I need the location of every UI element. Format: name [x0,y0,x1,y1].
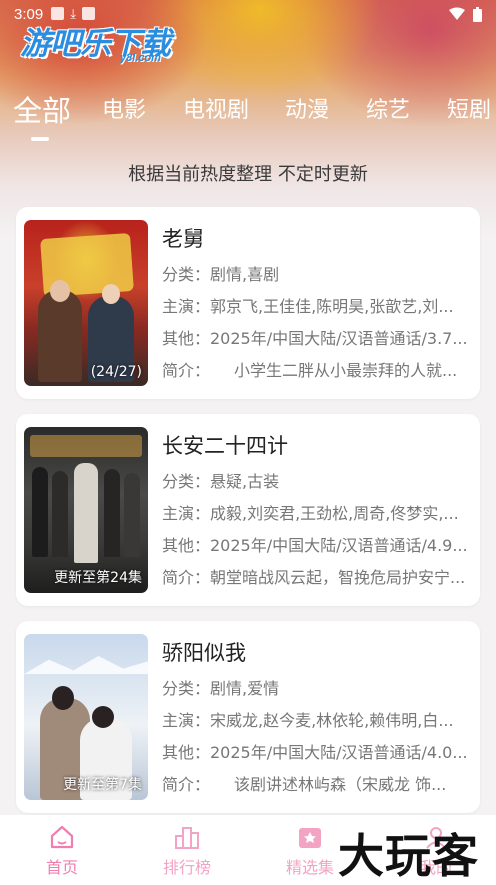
poster-image: 更新至第7集 [24,634,148,800]
media-card[interactable]: 更新至第7集 骄阳似我 分类：剧情,爱情 主演：宋威龙,赵今麦,林依轮,赖伟明,… [16,621,480,813]
nav-collection-label: 精选集 [285,858,334,877]
media-card[interactable]: (24/27) 老舅 分类：剧情,喜剧 主演：郭京飞,王佳佳,陈明昊,张歆艺,刘… [16,207,480,399]
nav-home[interactable]: 首页 [12,823,112,878]
tab-all[interactable]: 全部 [13,88,71,130]
media-title: 长安二十四计 [162,434,288,458]
tab-tv-series[interactable]: 电视剧 [183,92,249,124]
episode-badge: 更新至第24集 [54,570,142,586]
media-intro: 简介： 小学生二胖从小最崇拜的人就... [162,361,458,380]
collection-icon [299,828,321,848]
media-category: 分类：剧情,爱情 [162,679,280,698]
media-card[interactable]: 更新至第24集 长安二十四计 分类：悬疑,古装 主演：成毅,刘奕君,王劲松,周奇… [16,414,480,606]
app-logo: 游吧乐下载 y8l.com [20,26,171,64]
list-subtitle: 根据当前热度整理 不定时更新 [128,164,368,185]
poster-image: 更新至第24集 [24,427,148,593]
media-cast: 主演：郭京飞,王佳佳,陈明昊,张歆艺,刘... [162,297,454,316]
media-cast: 主演：宋威龙,赵今麦,林依轮,赖伟明,白... [162,711,454,730]
tab-short-drama[interactable]: 短剧 [447,92,491,124]
media-other-info: 其他：2025年/中国大陆/汉语普通话/3.7... [162,329,468,348]
active-tab-indicator [31,137,49,141]
media-title: 骄阳似我 [162,641,246,665]
media-category: 分类：剧情,喜剧 [162,265,280,284]
tab-anime[interactable]: 动漫 [285,92,329,124]
poster-image: (24/27) [24,220,148,386]
tab-movies[interactable]: 电影 [102,92,146,124]
home-icon [50,825,74,849]
media-title: 老舅 [162,227,204,251]
media-cast: 主演：成毅,刘奕君,王劲松,周奇,佟梦实,... [162,504,459,523]
ranking-icon [175,827,199,849]
category-tabs: 全部 电影 电视剧 动漫 综艺 短剧 [0,92,496,142]
battery-icon [473,6,482,22]
media-intro: 简介：朝堂暗战风云起，智挽危局护安宁... [162,568,466,587]
nav-ranking-label: 排行榜 [162,858,211,877]
watermark: 大玩客 [338,829,479,883]
media-category: 分类：悬疑,古装 [162,472,280,491]
tab-variety[interactable]: 综艺 [366,92,410,124]
nav-home-label: 首页 [45,858,78,877]
media-intro: 简介： 该剧讲述林屿森（宋威龙 饰... [162,775,447,794]
episode-badge: (24/27) [90,364,142,380]
episode-badge: 更新至第7集 [63,777,142,793]
media-other-info: 其他：2025年/中国大陆/汉语普通话/4.9... [162,536,468,555]
nav-ranking[interactable]: 排行榜 [137,823,237,878]
media-other-info: 其他：2025年/中国大陆/汉语普通话/4.0... [162,743,468,762]
wifi-icon [449,7,465,20]
